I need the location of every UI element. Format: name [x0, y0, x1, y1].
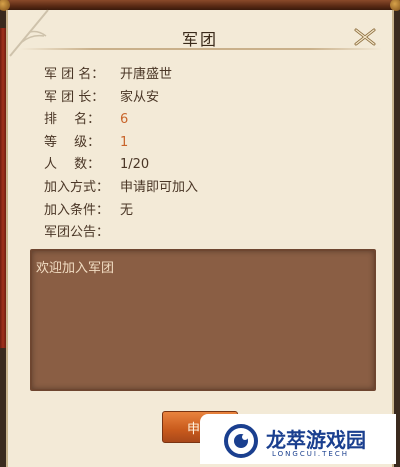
field-label: 军 团 名：: [44, 67, 105, 82]
blue-circle-logo-icon: [224, 424, 258, 458]
info-row-name: 军 团 名： 开唐盛世: [44, 64, 198, 87]
info-row-join-method: 加入方式： 申请即可加入: [44, 177, 198, 200]
info-row-leader: 军 团 长： 家从安: [44, 87, 198, 110]
window-title: 军团: [181, 30, 218, 49]
field-value: 无: [120, 202, 134, 218]
info-row-join-condition: 加入条件： 无: [44, 200, 198, 223]
field-value: 家从安: [120, 89, 160, 105]
field-value: 1: [120, 134, 129, 150]
crossed-scrolls-close-icon: [354, 28, 376, 46]
field-value: 申请即可加入: [120, 179, 199, 195]
field-label: 军团公告：: [44, 225, 110, 241]
info-row-members: 人 数： 1/20: [44, 154, 198, 177]
announcement-text: 欢迎加入军团: [36, 261, 115, 276]
announcement-box: 欢迎加入军团: [30, 249, 376, 391]
info-row-rank: 排 名： 6: [44, 109, 198, 132]
field-label: 军 团 长：: [44, 89, 105, 105]
info-row-level: 等 级： 1: [44, 132, 198, 155]
watermark-name: 龙萃游戏园: [266, 428, 366, 452]
field-value: 6: [120, 112, 129, 128]
watermark-badge: 龙萃游戏园 LONGCUI.TECH: [200, 414, 396, 464]
field-label: 等 级：: [44, 134, 101, 150]
apply-button-label: 申: [187, 421, 201, 437]
field-value: 1/20: [120, 157, 150, 173]
title-divider: [20, 48, 382, 50]
field-label: 加入方式：: [44, 179, 110, 195]
watermark-sub: LONGCUI.TECH: [272, 450, 349, 458]
field-value: 开唐盛世: [120, 67, 173, 82]
info-row-announcement: 军团公告：: [44, 222, 198, 245]
close-button[interactable]: [352, 26, 378, 48]
field-label: 加入条件：: [44, 202, 110, 218]
legion-info: 军 团 名： 开唐盛世 军 团 长： 家从安 排 名： 6 等 级： 1 人 数…: [44, 64, 198, 245]
field-label: 排 名：: [44, 112, 101, 128]
red-ribbon: [0, 28, 6, 348]
field-label: 人 数：: [44, 157, 101, 173]
